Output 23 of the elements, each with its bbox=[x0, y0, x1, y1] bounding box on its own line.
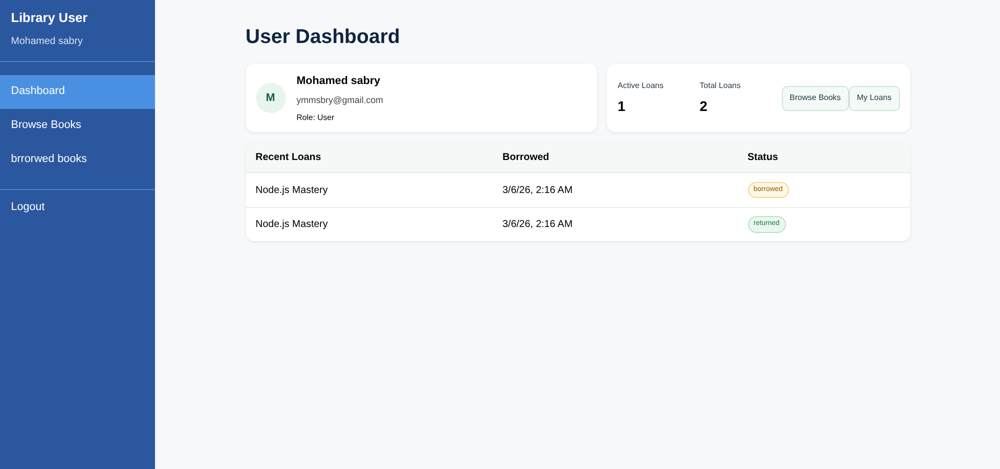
page-title: User Dashboard bbox=[246, 25, 401, 50]
stat-value: 1 bbox=[618, 96, 626, 116]
nav-item[interactable]: brrorwed books bbox=[0, 142, 155, 176]
avatar-initial: M bbox=[256, 83, 286, 113]
column-header: Status bbox=[748, 150, 780, 164]
stat-value: 2 bbox=[700, 96, 708, 116]
column-header: Recent Loans bbox=[256, 150, 322, 164]
table-cell-text: 3/6/26, 2:16 AM bbox=[502, 218, 574, 232]
table-cell-text: 3/6/26, 2:16 AM bbox=[502, 184, 574, 198]
user-name: Mohamed sabry bbox=[296, 74, 382, 88]
table-cell-text: Node.js Mastery bbox=[256, 218, 329, 232]
action-button[interactable]: My Loans bbox=[848, 86, 900, 110]
action-button[interactable]: Browse Books bbox=[782, 86, 849, 110]
sidebar-subtitle: Mohamed sabry bbox=[11, 34, 84, 48]
nav-item[interactable]: Browse Books bbox=[0, 108, 155, 142]
stat-label: Active Loans bbox=[618, 80, 664, 92]
table-cell-text: Node.js Mastery bbox=[256, 184, 329, 198]
logout-link[interactable]: Logout bbox=[0, 190, 155, 226]
stat-label: Total Loans bbox=[700, 80, 742, 92]
column-header: Borrowed bbox=[502, 150, 550, 164]
sidebar-title: Library User bbox=[11, 9, 89, 27]
user-email: ymmsbry@gmail.com bbox=[296, 94, 384, 107]
user-role: Role: User bbox=[296, 112, 336, 124]
